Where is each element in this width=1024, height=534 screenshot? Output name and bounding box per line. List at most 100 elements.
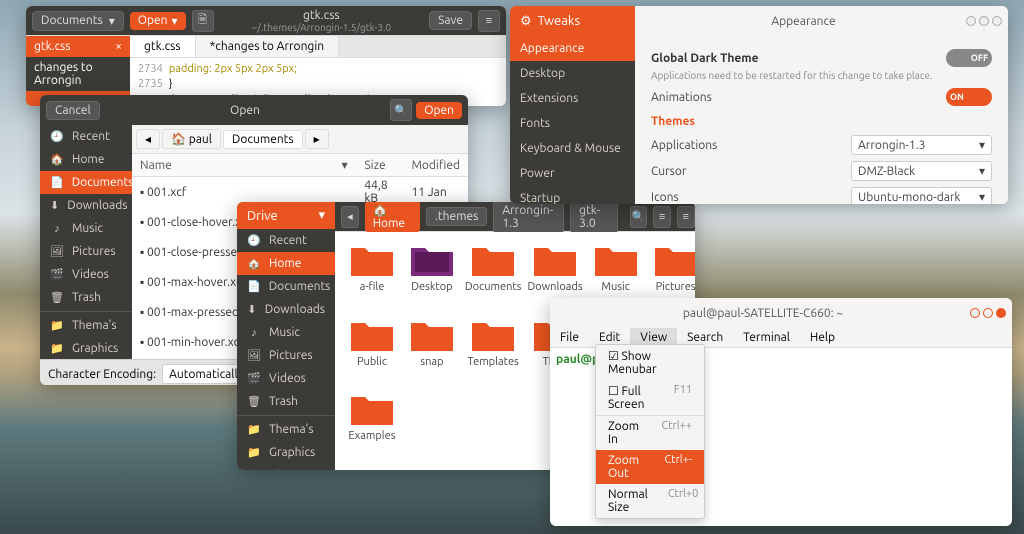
save-button[interactable]: Save bbox=[429, 11, 472, 30]
view-menu-popup: ☑ Show Menubar☐ Full ScreenF11Zoom InCtr… bbox=[595, 344, 705, 519]
folder-item[interactable]: Public bbox=[345, 317, 399, 386]
place-icon: 🎬 bbox=[50, 268, 64, 281]
place-icon: 🎬 bbox=[247, 372, 261, 385]
tweaks-nav-item[interactable]: Power bbox=[510, 161, 635, 186]
window-max-icon[interactable] bbox=[983, 308, 993, 318]
menubar-item[interactable]: Terminal bbox=[733, 328, 800, 347]
tweaks-nav-item[interactable]: Keyboard & Mouse bbox=[510, 136, 635, 161]
sidebar-item[interactable]: 🖼Pictures bbox=[237, 344, 335, 367]
sidebar-item[interactable]: 📁Thema's bbox=[40, 314, 132, 337]
gdt-toggle[interactable]: OFF bbox=[946, 49, 992, 67]
place-icon: 🖼 bbox=[50, 245, 64, 258]
window-close-icon[interactable] bbox=[996, 308, 1006, 318]
new-doc-icon[interactable]: 🗎 bbox=[192, 10, 214, 32]
tweaks-nav-item[interactable]: Appearance bbox=[510, 36, 635, 61]
crumb[interactable]: gtk-3.0 bbox=[570, 202, 617, 233]
editor-filename: gtk.css bbox=[220, 9, 424, 22]
back-button[interactable]: ◂ bbox=[136, 129, 160, 149]
chevron-down-icon: ▾ bbox=[172, 14, 178, 28]
open-button[interactable]: Open ▾ bbox=[130, 12, 186, 30]
folder-item[interactable]: snap bbox=[405, 317, 459, 386]
tweaks-nav-item[interactable]: Extensions bbox=[510, 86, 635, 111]
menubar-item[interactable]: File bbox=[550, 328, 589, 347]
sidebar-item[interactable]: 🗑Trash bbox=[40, 286, 132, 309]
file-icon: ▪ bbox=[140, 216, 144, 229]
window-min-icon[interactable] bbox=[966, 16, 976, 26]
sidebar-item[interactable]: 📁Graphics bbox=[237, 441, 335, 464]
search-icon[interactable]: 🔍 bbox=[390, 99, 412, 121]
sidebar-item[interactable]: 📁Thema's bbox=[237, 418, 335, 441]
sidebar-item[interactable]: ♪Music bbox=[237, 321, 335, 344]
folder-item[interactable]: Desktop bbox=[405, 242, 459, 311]
tab-gtk-css[interactable]: gtk.css bbox=[130, 36, 196, 57]
sidebar-item[interactable]: ⬇Downloads bbox=[40, 194, 132, 217]
page-title: Appearance bbox=[641, 15, 966, 28]
window-min-icon[interactable] bbox=[970, 308, 980, 318]
hamburger-icon[interactable]: ≡ bbox=[478, 10, 500, 32]
sidebar-item[interactable]: ⬇Downloads bbox=[237, 298, 335, 321]
sidebar-item[interactable]: 📁Graphics bbox=[40, 337, 132, 359]
place-icon: 🕘 bbox=[247, 234, 261, 247]
open-button[interactable]: Open bbox=[416, 102, 462, 119]
sidebar-item[interactable]: 🏠Home bbox=[40, 148, 132, 171]
sidebar-item[interactable]: 📄Documents bbox=[237, 275, 335, 298]
menubar-item[interactable]: Help bbox=[800, 328, 845, 347]
folder-item[interactable]: Documents bbox=[465, 242, 522, 311]
sidebar-item[interactable]: 🗑Trash bbox=[237, 390, 335, 413]
place-icon: 📄 bbox=[50, 176, 64, 189]
side-tab[interactable]: gtk.css× bbox=[26, 36, 130, 57]
forward-button[interactable]: ▸ bbox=[305, 129, 329, 149]
list-view-icon[interactable]: ≡ bbox=[653, 206, 671, 228]
crumb[interactable]: .themes bbox=[426, 207, 487, 226]
place-icon: ♪ bbox=[247, 327, 261, 339]
sidebar-item[interactable]: 🕘Recent bbox=[237, 229, 335, 252]
anim-toggle[interactable]: ON bbox=[946, 88, 992, 106]
menu-item[interactable]: Zoom InCtrl++ bbox=[596, 416, 704, 450]
menu-item[interactable]: ☐ Full ScreenF11 bbox=[596, 380, 704, 415]
sidebar-item[interactable]: 🕘Recent bbox=[40, 125, 132, 148]
window-close-icon[interactable] bbox=[992, 16, 1002, 26]
menu-item[interactable]: ☑ Show Menubar bbox=[596, 345, 704, 380]
col-modified[interactable]: Modified bbox=[403, 154, 468, 177]
search-icon[interactable]: 🔍 bbox=[630, 206, 648, 228]
col-name[interactable]: Name bbox=[132, 154, 334, 177]
close-icon[interactable]: × bbox=[115, 40, 122, 53]
side-tab[interactable]: changes to Arrongin bbox=[26, 57, 130, 91]
cancel-button[interactable]: Cancel bbox=[46, 101, 100, 120]
menu-item[interactable]: Zoom OutCtrl+- bbox=[596, 450, 704, 484]
docs-dropdown[interactable]: Documents ▾ bbox=[32, 11, 124, 31]
sidebar-item[interactable]: 📁Ideas bbox=[237, 464, 335, 470]
back-button[interactable]: ◂ bbox=[341, 206, 359, 228]
tweaks-nav-item[interactable]: Desktop bbox=[510, 61, 635, 86]
path-user[interactable]: 🏠 paul bbox=[162, 129, 221, 149]
sidebar-item[interactable]: 🎬Videos bbox=[237, 367, 335, 390]
tweaks-nav-item[interactable]: Fonts bbox=[510, 111, 635, 136]
hamburger-icon[interactable]: ≡ bbox=[677, 206, 695, 228]
tweaks-nav-item[interactable]: Startup Applications bbox=[510, 186, 635, 204]
path-documents[interactable]: Documents bbox=[223, 130, 303, 149]
theme-select[interactable]: Arrongin-1.3▾ bbox=[851, 135, 992, 155]
home-icon: 🏠 bbox=[171, 133, 186, 146]
tab-changes[interactable]: *changes to Arrongin bbox=[196, 36, 339, 57]
sidebar-item[interactable]: 🖼Pictures bbox=[40, 240, 132, 263]
folder-item[interactable]: Examples bbox=[345, 391, 399, 460]
chevron-down-icon: ▾ bbox=[979, 138, 985, 152]
sidebar-item[interactable]: 🎬Videos bbox=[40, 263, 132, 286]
theme-select[interactable]: DMZ-Black▾ bbox=[851, 161, 992, 181]
sidebar-item[interactable]: 📄Documents bbox=[40, 171, 132, 194]
sidebar-item[interactable]: ♪Music bbox=[40, 217, 132, 240]
crumb[interactable]: Arrongin-1.3 bbox=[493, 202, 564, 233]
theme-select[interactable]: Ubuntu-mono-dark▾ bbox=[851, 187, 992, 204]
folder-icon: 📁 bbox=[247, 423, 261, 436]
folder-item[interactable]: a-file bbox=[345, 242, 399, 311]
menu-item[interactable]: Normal SizeCtrl+0 bbox=[596, 484, 704, 518]
place-icon: ⬇ bbox=[247, 303, 257, 316]
file-icon: ▪ bbox=[140, 186, 144, 199]
sidebar-item[interactable]: 🏠Home bbox=[237, 252, 335, 275]
chevron-down-icon[interactable]: ▾ bbox=[318, 208, 325, 223]
window-max-icon[interactable] bbox=[979, 16, 989, 26]
col-size[interactable]: Size bbox=[356, 154, 403, 177]
folder-item[interactable]: Templates bbox=[465, 317, 522, 386]
crumb-home[interactable]: 🏠 Home bbox=[365, 202, 420, 232]
col-sort[interactable]: ▾ bbox=[334, 154, 357, 177]
